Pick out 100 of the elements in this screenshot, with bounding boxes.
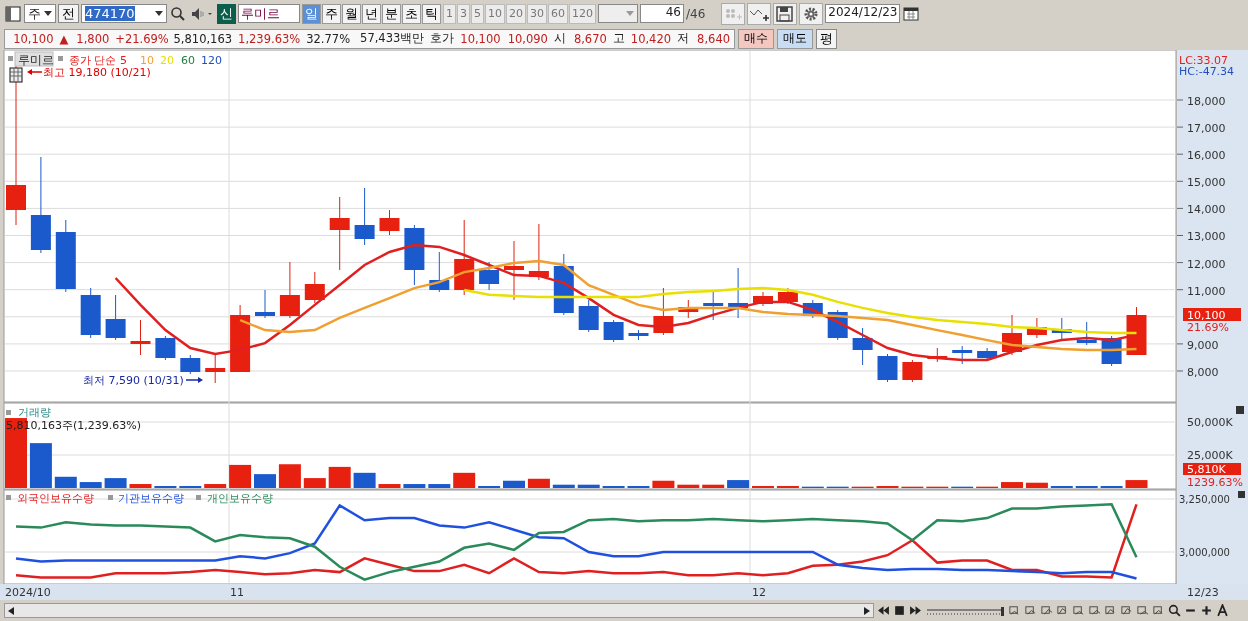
candlestick <box>952 345 973 365</box>
candlestick <box>852 327 873 366</box>
price-tick: 11,000 <box>1187 284 1226 298</box>
volume-tick: 25,000K <box>1187 449 1233 462</box>
chart-tool-icon[interactable] <box>1056 604 1069 617</box>
market-dropdown[interactable]: 주 <box>24 4 56 23</box>
period-tab[interactable]: 년 <box>362 3 381 24</box>
volume-bar <box>702 484 725 488</box>
stop-icon[interactable] <box>893 604 906 617</box>
caret-icon <box>626 11 634 16</box>
volume-tick: 50,000K <box>1187 416 1233 429</box>
hc-value: HC:-47.34 <box>1179 65 1235 78</box>
price-tick: 18,000 <box>1187 95 1226 108</box>
volume-bar <box>677 484 700 488</box>
search-icon[interactable] <box>1168 604 1181 617</box>
volume-bar <box>1001 482 1023 488</box>
legend-marker <box>108 495 113 500</box>
candlestick <box>479 261 500 291</box>
interval-button[interactable]: 30 <box>527 3 547 24</box>
candlestick <box>105 294 126 341</box>
candlestick <box>603 319 624 343</box>
chart-tool-icon[interactable] <box>1136 604 1149 617</box>
date-field[interactable]: 2024/12/23 <box>825 4 901 23</box>
volume-bar <box>428 484 451 488</box>
high-label: 고 <box>612 31 625 46</box>
volume-bar <box>552 484 575 488</box>
chart-tool-icon[interactable] <box>1008 604 1021 617</box>
candlestick <box>528 223 549 281</box>
period-tab[interactable]: 분 <box>382 3 401 24</box>
candlestick <box>553 253 574 316</box>
chart-tool-icon[interactable] <box>1152 604 1165 617</box>
chart-tool-icon[interactable] <box>1040 604 1053 617</box>
volume-bar <box>204 484 227 488</box>
stock-name-chip[interactable]: 루미르 <box>14 51 54 67</box>
prefix-button[interactable]: 전 <box>58 4 79 23</box>
plus-icon[interactable] <box>1200 604 1213 617</box>
buy-button[interactable]: 매수 <box>738 28 774 49</box>
period-tab[interactable]: 틱 <box>422 3 441 24</box>
count-field[interactable]: 46 <box>640 4 684 23</box>
font-size-icon[interactable] <box>1216 604 1229 617</box>
chart-tool-icon[interactable] <box>1088 604 1101 617</box>
chart-tool-icon[interactable] <box>1024 604 1037 617</box>
scrollbar[interactable] <box>4 603 874 618</box>
save-icon[interactable] <box>773 2 798 25</box>
dots-icon[interactable] <box>721 2 746 25</box>
interval-button[interactable]: 5 <box>471 3 484 24</box>
date-label: 12 <box>752 586 766 599</box>
legend-marker <box>196 495 201 500</box>
candlestick <box>678 299 699 319</box>
interval-button[interactable]: 20 <box>506 3 526 24</box>
interval-button[interactable]: 1 <box>443 3 456 24</box>
scroll-right-icon[interactable] <box>864 606 870 615</box>
candlestick <box>230 304 251 373</box>
volume-bar <box>104 478 127 488</box>
interval-button[interactable]: 10 <box>485 3 505 24</box>
lc-value: LC:33.07 <box>1179 54 1228 67</box>
period-tab[interactable]: 초 <box>402 3 421 24</box>
volume-percent-tick: 1239.63% <box>1187 476 1243 489</box>
empty-dropdown[interactable] <box>598 4 638 23</box>
turnover-text: 32.77% <box>306 31 351 46</box>
chart-tool-icon[interactable] <box>1072 604 1085 617</box>
fast-forward-icon[interactable] <box>909 604 922 617</box>
candlestick <box>504 240 524 301</box>
candlestick <box>1002 314 1022 356</box>
low-arrow <box>185 377 203 383</box>
period-tab[interactable]: 월 <box>342 3 361 24</box>
change-percent: +21.69% <box>115 31 168 46</box>
interval-button[interactable]: 120 <box>569 3 596 24</box>
search-icon[interactable] <box>169 4 187 23</box>
sell-button[interactable]: 매도 <box>777 28 813 49</box>
zoom-slider[interactable] <box>925 604 1005 617</box>
period-tab[interactable]: 주 <box>322 3 341 24</box>
window-layout-icon[interactable] <box>4 4 22 23</box>
last-volume-tag: 5,810K <box>1183 463 1241 476</box>
interval-button[interactable]: 3 <box>457 3 470 24</box>
volume-bar <box>652 480 675 488</box>
date-label: 2024/10 <box>5 586 51 599</box>
candlestick <box>977 347 998 361</box>
open-price: 8,670 <box>572 31 607 46</box>
holdings-legend-label: 외국인보유수량 <box>17 492 94 505</box>
candlestick <box>180 354 201 375</box>
candlestick <box>628 329 649 341</box>
volume-bar <box>129 484 152 488</box>
code-field[interactable]: 474170 <box>81 4 167 23</box>
interval-button[interactable]: 60 <box>548 3 568 24</box>
chart-tool-icon[interactable] <box>1120 604 1133 617</box>
change-percent-tick: 21.69% <box>1187 321 1229 334</box>
calendar-icon[interactable] <box>902 4 921 23</box>
stock-name-field[interactable]: 루미르 <box>238 4 300 23</box>
holdings-tick: 3,000,000 <box>1179 547 1230 558</box>
holdings-tick: 3,250,000 <box>1179 494 1230 505</box>
scroll-left-icon[interactable] <box>8 606 14 615</box>
legend-marker <box>8 56 13 61</box>
settings-icon[interactable] <box>799 2 824 25</box>
chart-tool-icon[interactable] <box>1104 604 1117 617</box>
candlestick <box>279 261 300 319</box>
eval-button[interactable]: 평 <box>816 28 837 49</box>
volume-bar <box>727 480 750 488</box>
rewind-icon[interactable] <box>877 604 890 617</box>
table-icon[interactable] <box>9 67 23 83</box>
